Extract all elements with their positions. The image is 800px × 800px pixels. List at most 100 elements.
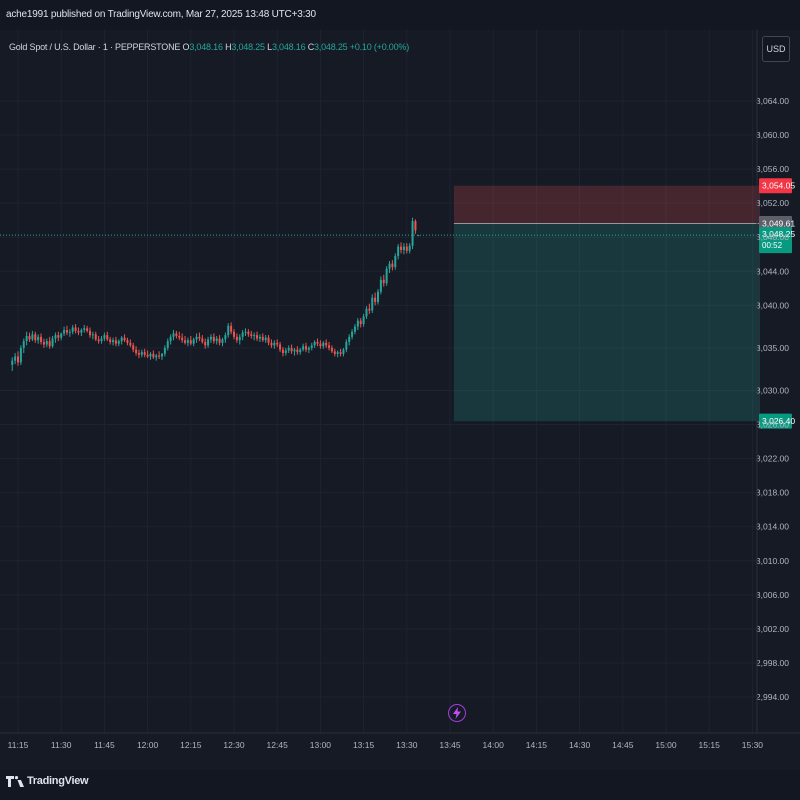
x-tick-label: 13:45 <box>439 740 461 750</box>
candle-body <box>261 336 264 341</box>
candle-body <box>11 360 14 365</box>
x-tick-label: 14:00 <box>483 740 505 750</box>
candle-body <box>382 279 385 284</box>
candle <box>178 331 181 341</box>
tradingview-logo[interactable]: TradingView <box>6 775 89 787</box>
candle <box>166 338 169 351</box>
candle-body <box>356 320 359 327</box>
candle-body <box>137 353 140 355</box>
candle <box>250 330 253 339</box>
candle-body <box>279 344 282 350</box>
candle <box>270 339 273 348</box>
candle-body <box>264 337 267 341</box>
candle-body <box>322 342 325 347</box>
y-tick-label: 3,026.00 <box>756 420 789 430</box>
candle <box>356 318 359 331</box>
candle <box>54 332 57 343</box>
candle-body <box>100 338 103 342</box>
candle <box>215 335 218 345</box>
candle-body <box>37 336 40 341</box>
lightning-icon[interactable] <box>448 704 466 722</box>
candle <box>94 331 97 342</box>
candle <box>184 335 187 345</box>
candle <box>362 313 365 327</box>
x-tick-label: 13:30 <box>396 740 418 750</box>
candle <box>65 325 68 336</box>
candle-body <box>330 347 333 352</box>
stop-loss-zone <box>453 185 760 224</box>
candle <box>86 325 89 333</box>
candle-body <box>14 356 17 361</box>
candle-body <box>385 268 388 284</box>
price-label-text: 3,054.05 <box>762 181 795 191</box>
candle-body <box>391 263 394 268</box>
candle-body <box>201 338 204 342</box>
candle-body <box>120 337 123 342</box>
candle <box>28 332 31 342</box>
y-tick-label: 3,044.00 <box>756 266 789 276</box>
candle-body <box>281 349 284 354</box>
candle <box>325 339 328 348</box>
candle <box>40 333 43 345</box>
candle-body <box>207 339 210 346</box>
candle-body <box>189 340 192 344</box>
candle <box>14 353 17 365</box>
candle-body <box>307 347 310 350</box>
candle-body <box>181 337 184 341</box>
price-chart[interactable]: 3,054.053,049.613,048.2500:523,026.40 3,… <box>0 0 800 800</box>
candle <box>244 328 247 336</box>
candle <box>374 292 377 306</box>
candle-body <box>215 338 218 342</box>
candle <box>11 357 14 371</box>
candle <box>172 330 175 341</box>
change-value: +0.10 (+0.00%) <box>349 42 410 52</box>
candle-body <box>169 336 172 342</box>
candle-body <box>103 335 106 339</box>
close-value: 3,048.25 <box>314 42 348 52</box>
candle <box>51 335 54 348</box>
x-tick-label: 12:00 <box>137 740 159 750</box>
candle <box>114 336 117 347</box>
x-tick-label: 14:30 <box>569 740 591 750</box>
candle <box>313 340 316 348</box>
currency-button[interactable]: USD <box>762 36 790 62</box>
candle-body <box>112 340 115 342</box>
candle <box>63 326 66 336</box>
candle-body <box>227 325 230 336</box>
candle <box>137 349 140 359</box>
candle-body <box>109 339 112 342</box>
candle-body <box>273 342 276 346</box>
candle <box>71 324 74 335</box>
candle <box>233 329 235 340</box>
candle-body <box>158 355 161 357</box>
candle <box>353 324 356 335</box>
candle-body <box>106 335 109 340</box>
candle <box>97 335 100 344</box>
y-tick-label: 3,035.00 <box>756 343 789 353</box>
candle <box>22 338 25 354</box>
candle-body <box>238 336 241 341</box>
candle-body <box>149 353 152 357</box>
candle <box>307 346 310 354</box>
candle-body <box>178 335 181 338</box>
candle <box>155 353 158 361</box>
candle-body <box>224 335 227 340</box>
y-tick-label: 3,052.00 <box>756 198 789 208</box>
candle <box>19 345 22 365</box>
candle-body <box>359 320 362 325</box>
candle <box>204 338 207 349</box>
candle-body <box>316 341 319 344</box>
candle <box>117 339 120 347</box>
candle <box>132 342 135 353</box>
candle <box>221 337 224 347</box>
candle-body <box>411 221 414 246</box>
candle <box>112 337 115 346</box>
candle-body <box>290 347 293 352</box>
candle-body <box>186 340 189 343</box>
candle-body <box>143 352 146 355</box>
candle-body <box>218 338 221 343</box>
candle <box>37 334 40 344</box>
candle <box>149 352 152 360</box>
y-tick-label: 3,002.00 <box>756 624 789 634</box>
y-tick-label: 3,006.00 <box>756 590 789 600</box>
